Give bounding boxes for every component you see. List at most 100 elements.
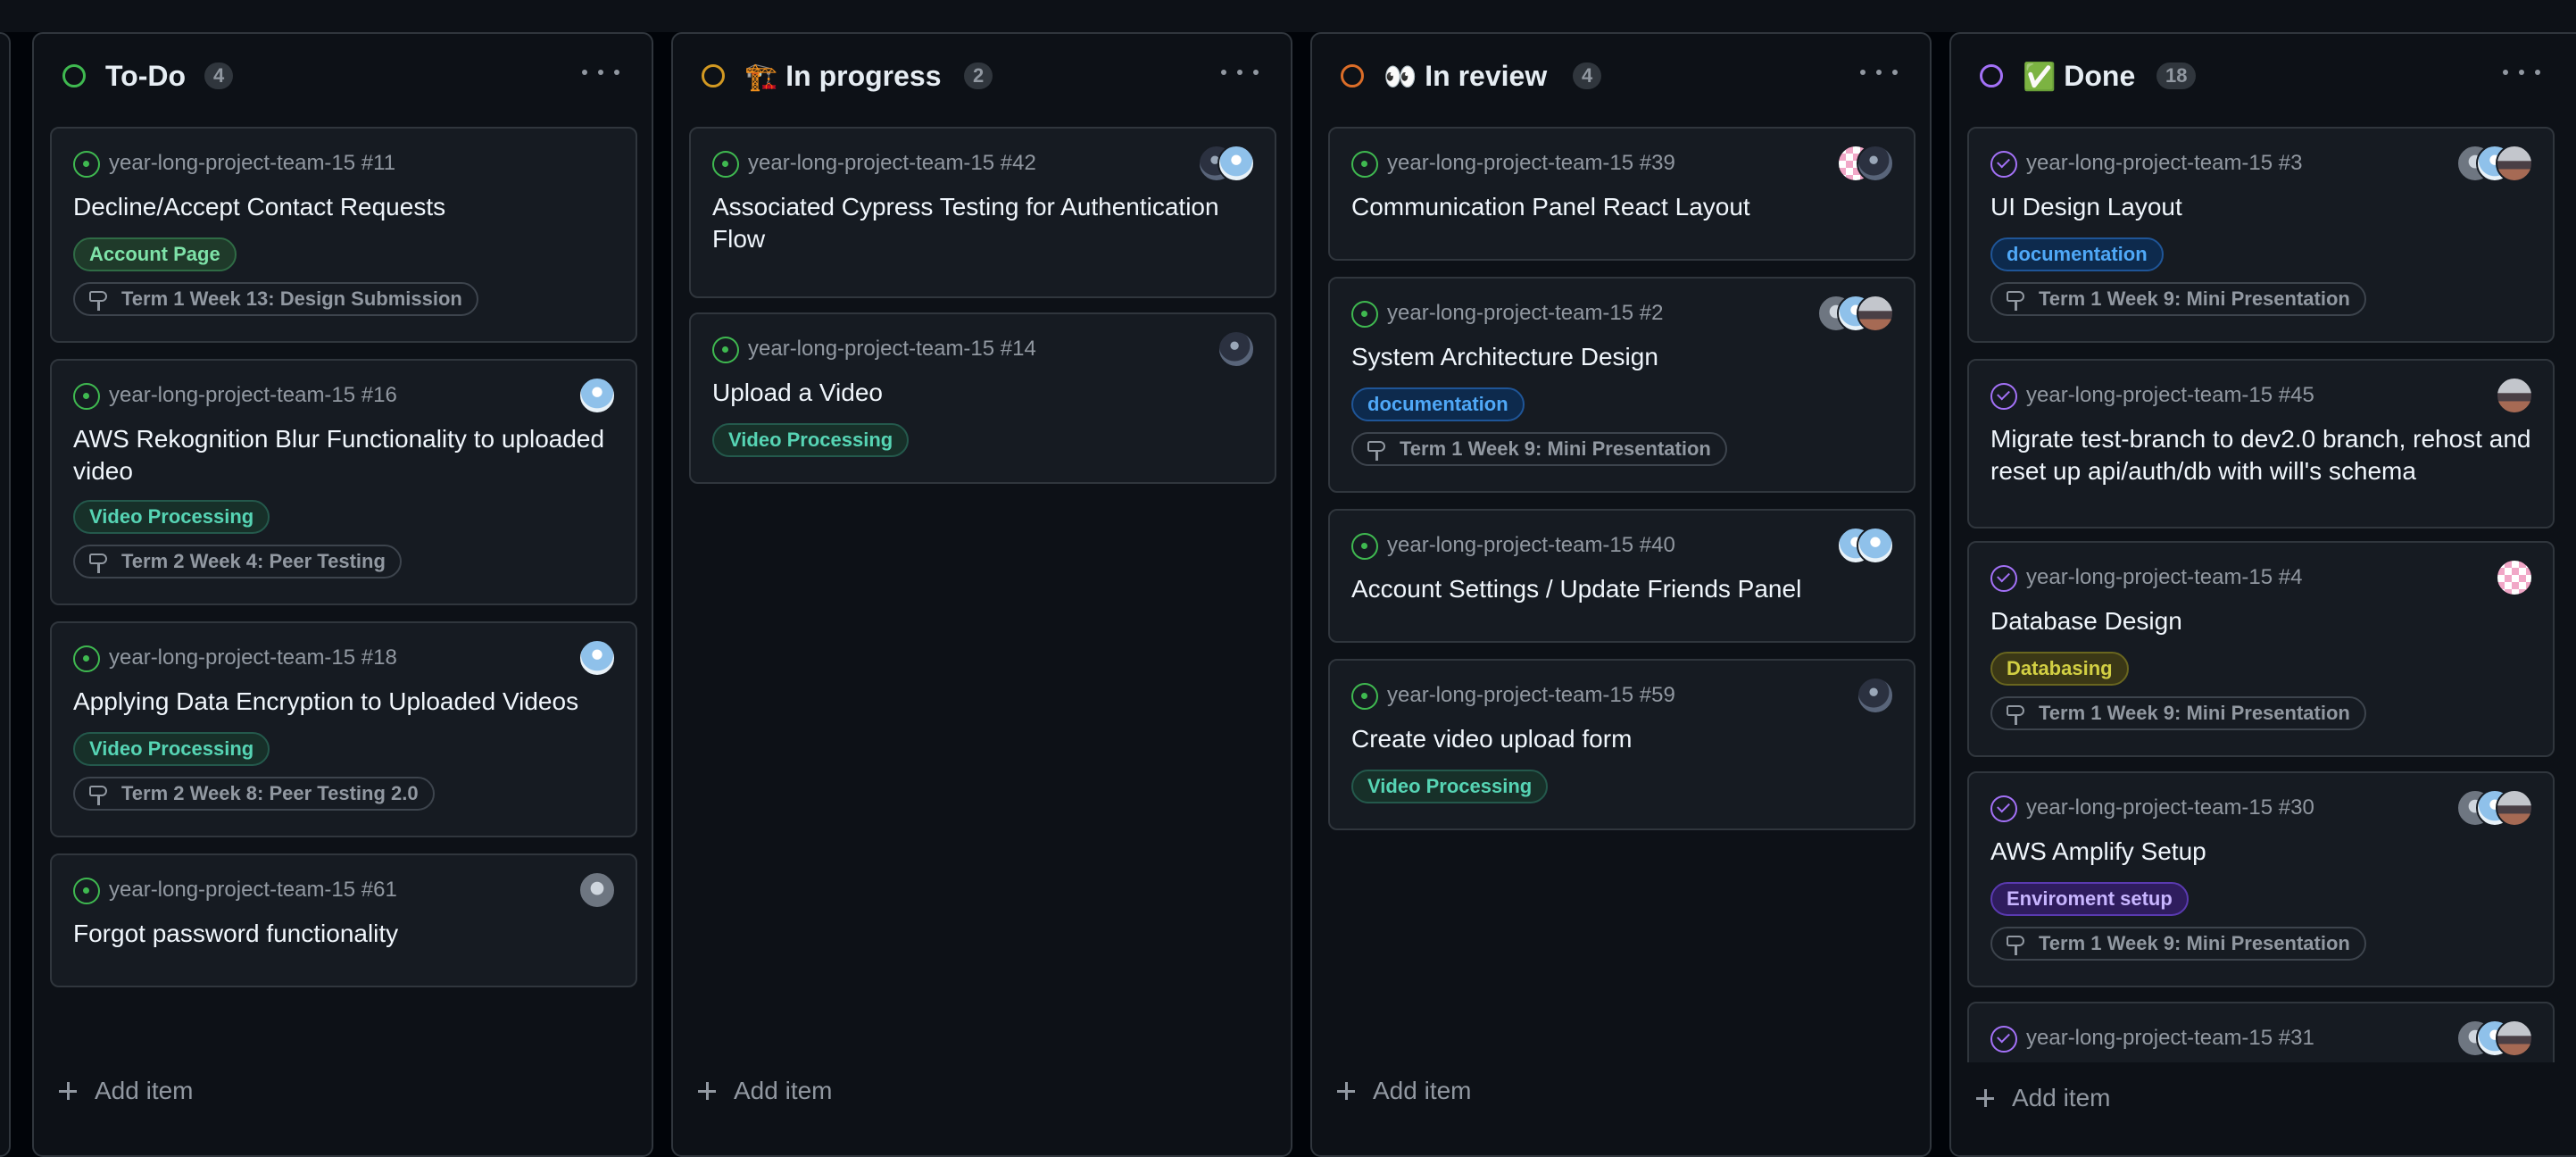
issue-reference[interactable]: year-long-project-team-15 #3 <box>2026 148 2302 179</box>
item-count-badge: 18 <box>2156 62 2197 89</box>
issue-card[interactable]: year-long-project-team-15 #39 Communicat… <box>1328 127 1915 261</box>
column-in-progress: 🏗️ In progress 2 year-long-project-team-… <box>671 32 1292 1157</box>
column-menu-button[interactable] <box>1860 59 1903 86</box>
label-badge[interactable]: Video Processing <box>712 423 910 457</box>
milestone-badge[interactable]: Term 2 Week 4: Peer Testing <box>73 545 402 578</box>
issue-reference[interactable]: year-long-project-team-15 #40 <box>1387 530 1675 561</box>
issue-card[interactable]: year-long-project-team-15 #18 Applying D… <box>50 621 637 837</box>
assignee-avatar[interactable] <box>1217 330 1255 368</box>
milestone-badge[interactable]: Term 2 Week 8: Peer Testing 2.0 <box>73 777 435 811</box>
issue-title[interactable]: Create video upload form <box>1351 723 1896 755</box>
label-badge[interactable]: documentation <box>1351 387 1525 421</box>
assignee-avatar[interactable] <box>2496 377 2533 414</box>
assignee-avatar[interactable] <box>1857 527 1894 564</box>
plus-icon <box>1976 1089 1994 1107</box>
label-badge[interactable]: documentation <box>1990 237 2164 271</box>
add-item-button[interactable]: Add item <box>1951 1062 2576 1155</box>
add-item-label: Add item <box>95 1077 194 1104</box>
assignee-avatar[interactable] <box>1217 145 1255 182</box>
milestone-badge[interactable]: Term 1 Week 9: Mini Presentation <box>1351 432 1727 466</box>
label-badge[interactable]: Video Processing <box>73 732 270 766</box>
issue-card[interactable]: year-long-project-team-15 #45 Migrate te… <box>1967 359 2555 529</box>
issue-title[interactable]: System Architecture Design <box>1351 341 1896 373</box>
issue-card[interactable]: year-long-project-team-15 #40 Account Se… <box>1328 509 1915 643</box>
column-done: ✅ Done 18 year-long-project-team-15 #3 U… <box>1949 32 2576 1157</box>
plus-icon <box>59 1082 77 1100</box>
issue-card[interactable]: year-long-project-team-15 #42 Associated… <box>689 127 1276 298</box>
issue-title[interactable]: Associated Cypress Testing for Authentic… <box>712 191 1257 255</box>
issue-reference[interactable]: year-long-project-team-15 #16 <box>109 380 397 411</box>
issue-reference[interactable]: year-long-project-team-15 #2 <box>1387 298 1663 329</box>
issue-reference[interactable]: year-long-project-team-15 #11 <box>109 148 395 179</box>
issue-reference[interactable]: year-long-project-team-15 #39 <box>1387 148 1675 179</box>
milestone-badge[interactable]: Term 1 Week 9: Mini Presentation <box>1990 696 2366 730</box>
issue-title[interactable]: Database Design <box>1990 605 2535 637</box>
column-header: 🏗️ In progress 2 <box>673 34 1291 123</box>
label-badge[interactable]: Databasing <box>1990 652 2129 686</box>
milestone-label: Term 1 Week 9: Mini Presentation <box>2039 287 2350 310</box>
issue-card[interactable]: year-long-project-team-15 #59 Create vid… <box>1328 659 1915 830</box>
assignee-avatar[interactable] <box>578 639 616 677</box>
open-issue-icon <box>1351 151 1378 178</box>
issue-title[interactable]: AWS Amplify Setup <box>1990 836 2535 868</box>
column-header: To-Do 4 <box>34 34 652 123</box>
column-header: ✅ Done 18 <box>1951 34 2576 123</box>
issue-reference[interactable]: year-long-project-team-15 #42 <box>748 148 1036 179</box>
issue-reference[interactable]: year-long-project-team-15 #45 <box>2026 380 2314 411</box>
issue-reference[interactable]: year-long-project-team-15 #18 <box>109 643 397 673</box>
issue-title[interactable]: UI Design Layout <box>1990 191 2535 223</box>
column-menu-button[interactable] <box>2503 59 2546 86</box>
plus-icon <box>1337 1082 1355 1100</box>
milestone-badge[interactable]: Term 1 Week 13: Design Submission <box>73 282 478 316</box>
item-count-badge: 2 <box>964 62 993 89</box>
assignee-avatar[interactable] <box>2496 1020 2533 1057</box>
milestone-label: Term 1 Week 9: Mini Presentation <box>1400 437 1711 460</box>
issue-card[interactable]: year-long-project-team-15 #61 Forgot pas… <box>50 853 637 987</box>
issue-card[interactable]: year-long-project-team-15 #14 Upload a V… <box>689 312 1276 484</box>
issue-reference[interactable]: year-long-project-team-15 #14 <box>748 334 1036 364</box>
issue-card[interactable]: year-long-project-team-15 #11 Decline/Ac… <box>50 127 637 343</box>
issue-title[interactable]: Account Settings / Update Friends Panel <box>1351 573 1896 605</box>
open-issue-icon <box>73 645 100 672</box>
issue-title[interactable]: Upload a Video <box>712 377 1257 409</box>
label-badge[interactable]: Video Processing <box>1351 770 1549 803</box>
column-menu-button[interactable] <box>1221 59 1264 86</box>
issue-title[interactable]: Communication Panel React Layout <box>1351 191 1896 223</box>
assignee-avatar[interactable] <box>1857 295 1894 332</box>
issue-card[interactable]: year-long-project-team-15 #30 AWS Amplif… <box>1967 771 2555 987</box>
issue-title[interactable]: Decline/Accept Contact Requests <box>73 191 618 223</box>
label-badge[interactable]: Account Page <box>73 237 237 271</box>
label-badge[interactable]: Video Processing <box>73 500 270 534</box>
assignee-avatar[interactable] <box>1857 145 1894 182</box>
issue-reference[interactable]: year-long-project-team-15 #30 <box>2026 793 2314 823</box>
assignee-avatar[interactable] <box>1857 677 1894 714</box>
assignee-avatar[interactable] <box>2496 559 2533 596</box>
assignee-avatar[interactable] <box>578 871 616 909</box>
status-circle-icon <box>1980 64 2003 87</box>
assignee-avatar[interactable] <box>578 377 616 414</box>
issue-title[interactable]: AWS Rekognition Blur Functionality to up… <box>73 423 618 487</box>
issue-reference[interactable]: year-long-project-team-15 #4 <box>2026 562 2302 593</box>
milestone-label: Term 1 Week 13: Design Submission <box>121 287 462 310</box>
assignee-avatar[interactable] <box>2496 145 2533 182</box>
issue-title[interactable]: Forgot password functionality <box>73 918 618 950</box>
milestone-badge[interactable]: Term 1 Week 9: Mini Presentation <box>1990 282 2366 316</box>
issue-title[interactable]: Applying Data Encryption to Uploaded Vid… <box>73 686 618 718</box>
column-menu-button[interactable] <box>582 59 625 86</box>
issue-card[interactable]: year-long-project-team-15 #3 UI Design L… <box>1967 127 2555 343</box>
assignee-avatar[interactable] <box>2496 789 2533 827</box>
milestone-badge[interactable]: Term 1 Week 9: Mini Presentation <box>1990 927 2366 961</box>
issue-reference[interactable]: year-long-project-team-15 #59 <box>1387 680 1675 711</box>
label-badge[interactable]: Enviroment setup <box>1990 882 2189 916</box>
milestone-icon <box>89 786 111 805</box>
issue-card[interactable]: year-long-project-team-15 #16 AWS Rekogn… <box>50 359 637 605</box>
issue-card[interactable]: year-long-project-team-15 #2 System Arch… <box>1328 277 1915 493</box>
issue-reference[interactable]: year-long-project-team-15 #61 <box>109 875 397 905</box>
open-issue-icon <box>712 337 739 363</box>
milestone-icon <box>89 554 111 573</box>
check-mark-emoji-icon: ✅ <box>2023 62 2057 92</box>
issue-title[interactable]: Migrate test-branch to dev2.0 branch, re… <box>1990 423 2535 487</box>
issue-card[interactable]: year-long-project-team-15 #4 Database De… <box>1967 541 2555 757</box>
issue-reference[interactable]: year-long-project-team-15 #31 <box>2026 1023 2314 1053</box>
milestone-label: Term 1 Week 9: Mini Presentation <box>2039 932 2350 954</box>
